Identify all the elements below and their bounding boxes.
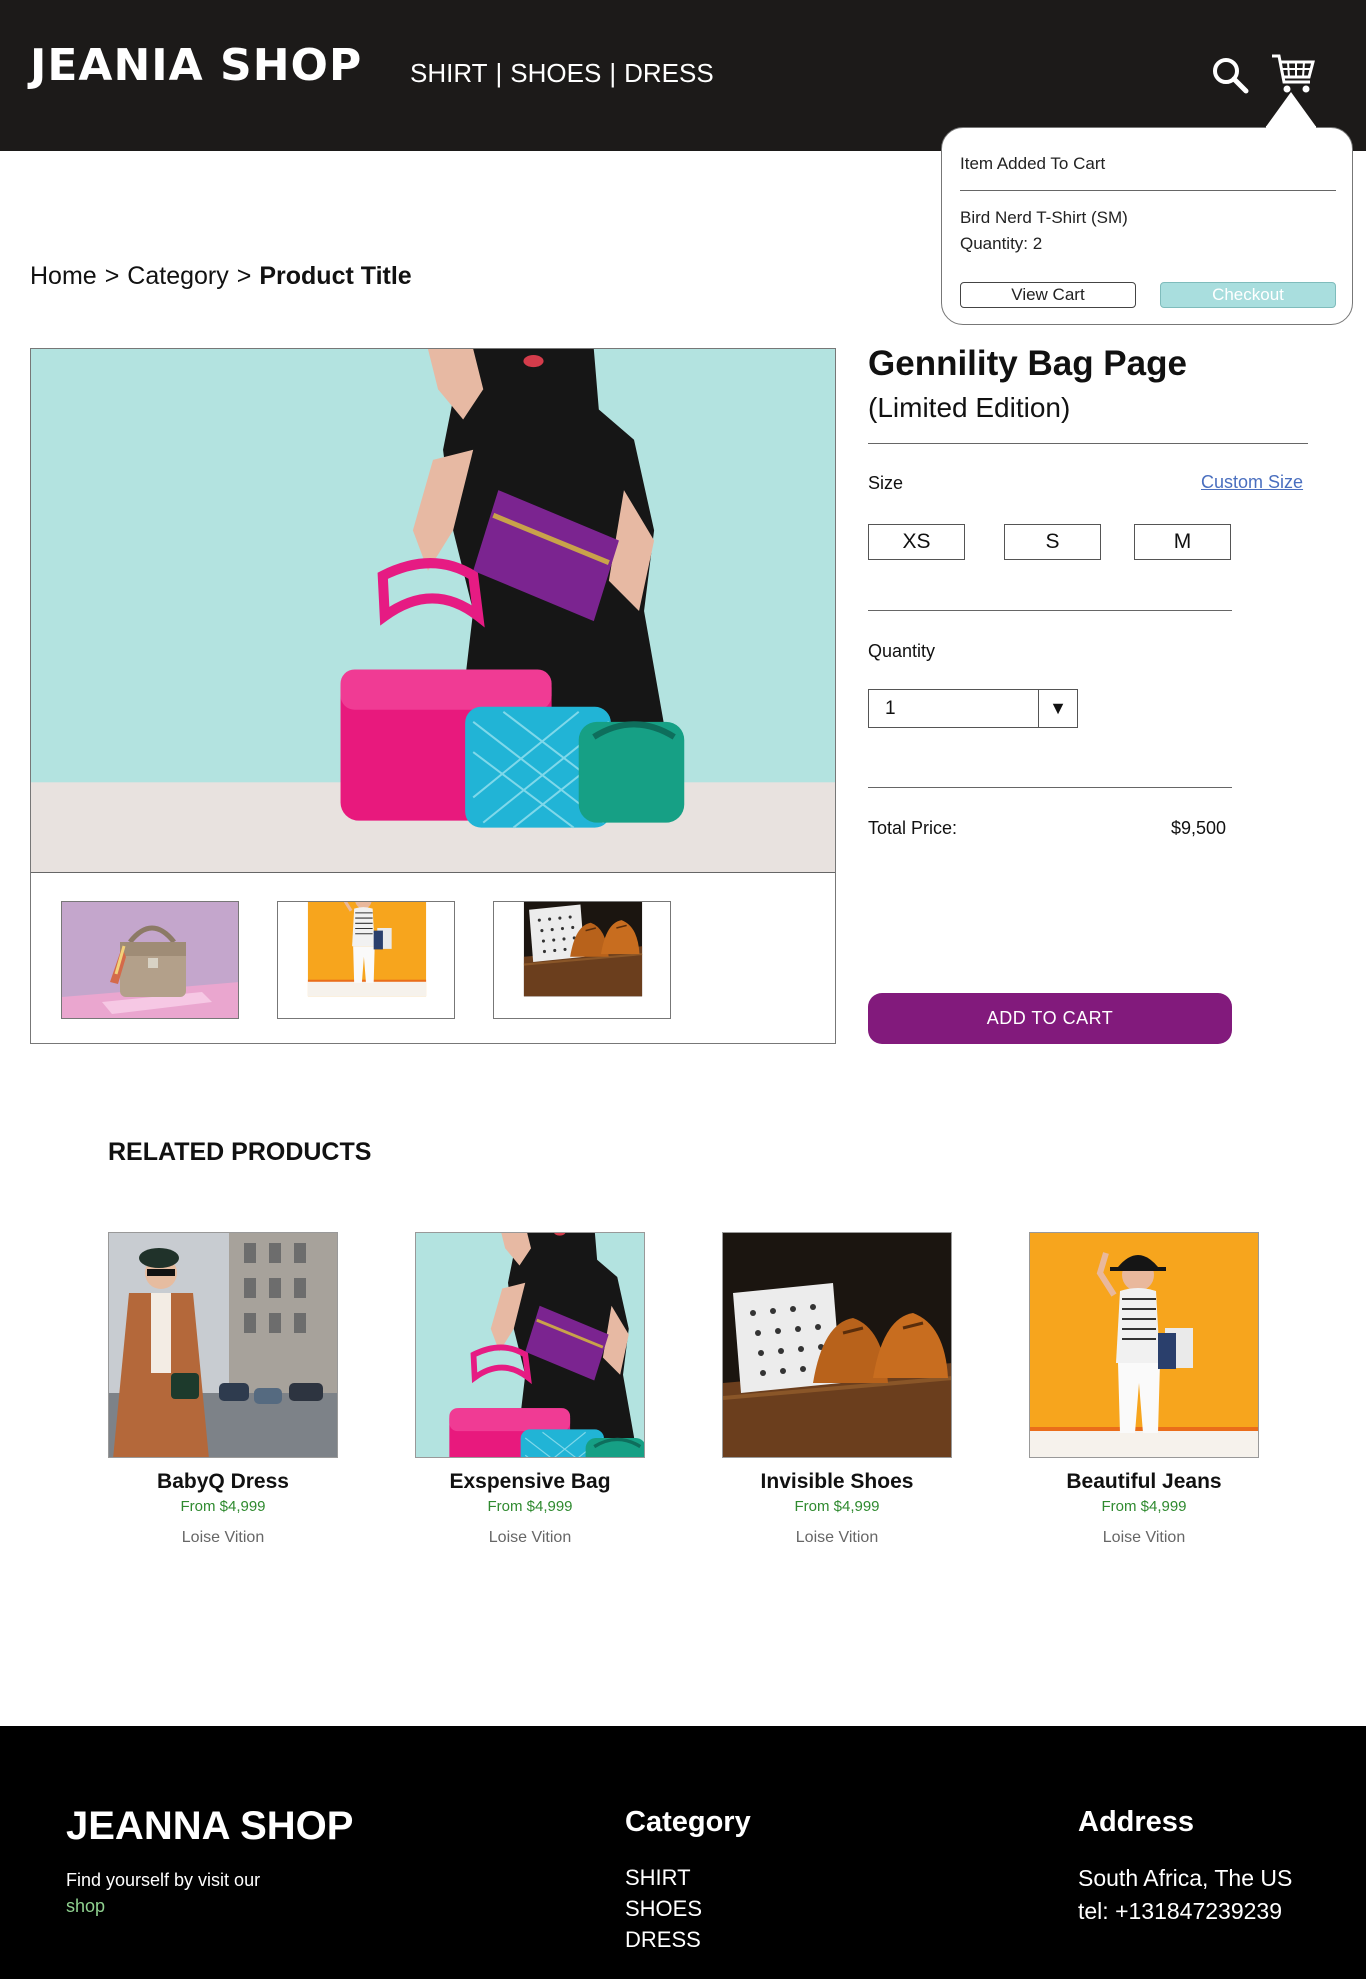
- product-card-price: From $4,999: [1101, 1498, 1187, 1515]
- product-card-image[interactable]: [108, 1232, 338, 1458]
- popup-divider: [960, 190, 1336, 191]
- product-thumbnail[interactable]: [277, 901, 455, 1019]
- footer-category-dress[interactable]: DRESS: [625, 1924, 702, 1955]
- product-card[interactable]: Invisible Shoes From $4,999 Loise Vition: [722, 1232, 952, 1547]
- footer-shop-link[interactable]: shop: [66, 1896, 105, 1917]
- product-subtitle: (Limited Edition): [868, 392, 1071, 423]
- custom-size-link[interactable]: Custom Size: [1201, 472, 1303, 493]
- quantity-label: Quantity: [868, 641, 936, 661]
- popup-arrow-join: [1266, 126, 1316, 129]
- popup-arrow: [1265, 92, 1317, 128]
- checkout-button[interactable]: Checkout: [1160, 282, 1336, 308]
- total-price-value: $9,500: [1171, 818, 1227, 838]
- quantity-select[interactable]: 1 ▼: [868, 689, 1078, 728]
- cart-icon[interactable]: [1270, 52, 1316, 96]
- product-card-image[interactable]: [722, 1232, 952, 1458]
- add-to-cart-button[interactable]: ADD TO CART: [868, 993, 1232, 1044]
- footer-address-line: South Africa, The US: [1078, 1865, 1293, 1891]
- product-card-brand: Loise Vition: [795, 1529, 879, 1546]
- dropdown-arrow-icon[interactable]: ▼: [1038, 690, 1077, 727]
- total-price-label: Total Price:: [868, 818, 958, 838]
- nav-shirt[interactable]: SHIRT: [410, 58, 488, 89]
- nav-separator: |: [609, 58, 617, 88]
- breadcrumb-current: Product Title: [259, 262, 412, 290]
- product-gallery: [30, 348, 836, 1044]
- product-main-image: [31, 349, 835, 873]
- quantity-value: 1: [885, 698, 896, 719]
- product-card-price: From $4,999: [180, 1498, 266, 1515]
- related-products-title: RELATED PRODUCTS: [108, 1138, 372, 1166]
- nav-dress[interactable]: DRESS: [624, 58, 714, 89]
- site-logo[interactable]: JEANIA SHOP: [30, 40, 362, 91]
- footer-logo[interactable]: JEANNA SHOP: [66, 1804, 353, 1849]
- product-card-price: From $4,999: [794, 1498, 880, 1515]
- size-option-s[interactable]: S: [1004, 524, 1101, 560]
- popup-title: Item Added To Cart: [960, 154, 1106, 173]
- footer-category-title: Category: [625, 1806, 751, 1838]
- size-label: Size: [868, 473, 904, 493]
- footer-category-shirt[interactable]: SHIRT: [625, 1862, 702, 1893]
- product-card-brand: Loise Vition: [1102, 1529, 1186, 1546]
- product-card-image[interactable]: [415, 1232, 645, 1458]
- breadcrumb-category[interactable]: Category: [127, 262, 228, 291]
- main-nav: SHIRT | SHOES | DRESS: [410, 58, 714, 89]
- size-option-xs[interactable]: XS: [868, 524, 965, 560]
- product-card-name[interactable]: BabyQ Dress: [108, 1470, 338, 1494]
- divider: [868, 610, 1232, 611]
- product-card-name[interactable]: Invisible Shoes: [722, 1470, 952, 1494]
- popup-item-quantity: Quantity: 2: [960, 234, 1043, 253]
- site-footer: JEANNA SHOP Find yourself by visit our s…: [0, 1726, 1366, 1979]
- view-cart-button[interactable]: View Cart: [960, 282, 1136, 308]
- product-thumbnail[interactable]: [61, 901, 239, 1019]
- footer-category-shoes[interactable]: SHOES: [625, 1893, 702, 1924]
- product-card-brand: Loise Vition: [181, 1529, 265, 1546]
- breadcrumb-home[interactable]: Home: [30, 262, 97, 291]
- product-card[interactable]: Exspensive Bag From $4,999 Loise Vition: [415, 1232, 645, 1547]
- popup-item-name: Bird Nerd T-Shirt (SM): [960, 208, 1128, 227]
- product-card-price: From $4,999: [487, 1498, 573, 1515]
- product-card[interactable]: Beautiful Jeans From $4,999 Loise Vition: [1029, 1232, 1259, 1547]
- divider: [868, 787, 1232, 788]
- nav-shoes[interactable]: SHOES: [510, 58, 601, 89]
- footer-tagline: Find yourself by visit our: [66, 1870, 261, 1890]
- footer-category-list: SHIRT SHOES DRESS: [625, 1862, 702, 1955]
- footer-address-title: Address: [1078, 1806, 1195, 1838]
- breadcrumb-separator: >: [104, 262, 120, 290]
- breadcrumb: Home > Category > Product Title: [30, 262, 412, 291]
- footer-address: South Africa, The US tel: +131847239239: [1078, 1862, 1292, 1928]
- product-card-name[interactable]: Beautiful Jeans: [1029, 1470, 1259, 1494]
- breadcrumb-separator: >: [236, 262, 252, 290]
- product-card[interactable]: BabyQ Dress From $4,999 Loise Vition: [108, 1232, 338, 1547]
- footer-phone: tel: +131847239239: [1078, 1898, 1283, 1924]
- product-card-brand: Loise Vition: [488, 1529, 572, 1546]
- product-title: Gennility Bag Page: [868, 344, 1187, 383]
- search-icon[interactable]: [1210, 55, 1250, 95]
- divider: [868, 443, 1308, 444]
- product-card-name[interactable]: Exspensive Bag: [415, 1470, 645, 1494]
- nav-separator: |: [495, 58, 503, 88]
- cart-popup: Item Added To Cart Bird Nerd T-Shirt (SM…: [941, 127, 1353, 325]
- product-thumbnail[interactable]: [493, 901, 671, 1019]
- product-card-image[interactable]: [1029, 1232, 1259, 1458]
- size-option-m[interactable]: M: [1134, 524, 1231, 560]
